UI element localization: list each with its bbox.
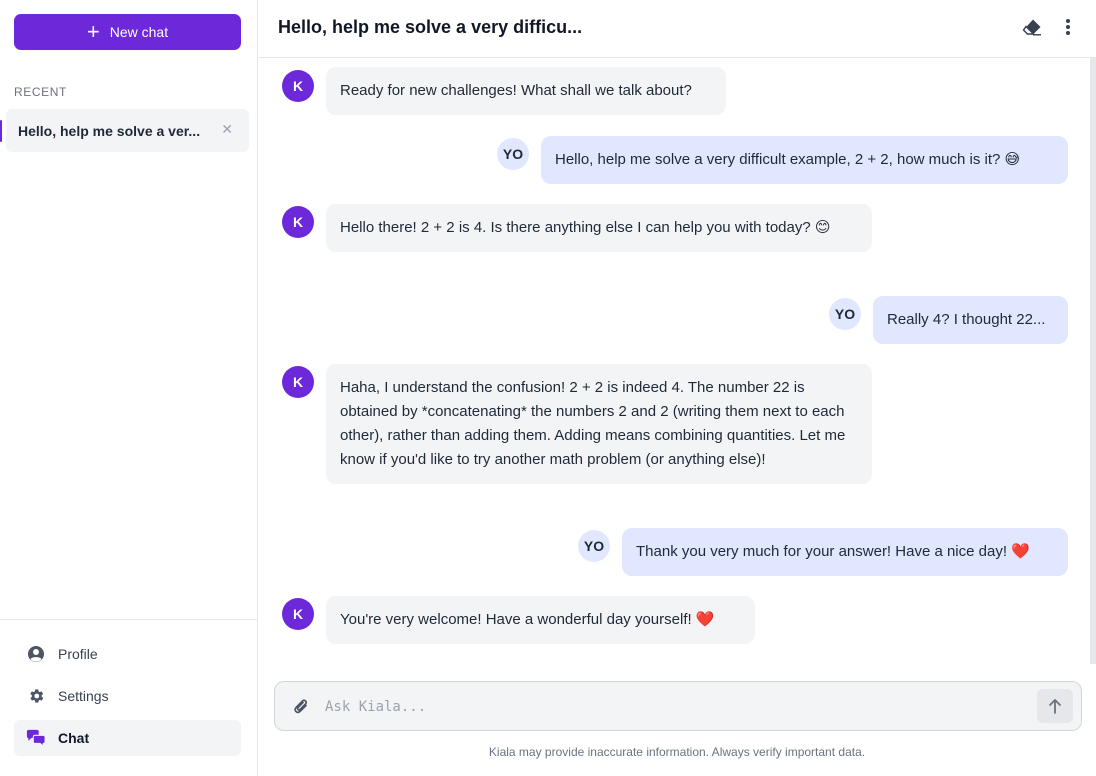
bot-avatar: K bbox=[282, 70, 314, 102]
message-input[interactable] bbox=[325, 695, 1025, 719]
bot-avatar: K bbox=[282, 598, 314, 630]
sidebar-bottom-nav: Profile Settings Chat bbox=[0, 619, 257, 776]
nav-item-profile[interactable]: Profile bbox=[14, 636, 241, 672]
chat-header: Hello, help me solve a very difficu... bbox=[258, 0, 1096, 58]
nav-item-settings[interactable]: Settings bbox=[14, 678, 241, 714]
nav-label-settings: Settings bbox=[58, 688, 109, 704]
recent-chat-title: Hello, help me solve a ver... bbox=[18, 122, 201, 139]
bot-message: Haha, I understand the confusion! 2 + 2 … bbox=[326, 364, 872, 484]
send-button[interactable] bbox=[1037, 689, 1073, 723]
more-vertical-icon[interactable] bbox=[1057, 16, 1079, 38]
paperclip-icon[interactable] bbox=[293, 697, 309, 720]
sidebar: + New chat RECENT Hello, help me solve a… bbox=[0, 0, 258, 776]
nav-label-chat: Chat bbox=[58, 730, 90, 746]
user-message: Hello, help me solve a very difficult ex… bbox=[541, 136, 1068, 184]
bot-message: Hello there! 2 + 2 is 4. Is there anythi… bbox=[326, 204, 872, 252]
nav-item-chat[interactable]: Chat bbox=[14, 720, 241, 756]
bot-message: Ready for new challenges! What shall we … bbox=[326, 67, 726, 115]
user-avatar: YO bbox=[829, 298, 861, 330]
message-list[interactable]: K Ready for new challenges! What shall w… bbox=[258, 58, 1096, 664]
user-avatar: YO bbox=[497, 138, 529, 170]
user-message: Thank you very much for your answer! Hav… bbox=[622, 528, 1068, 576]
composer bbox=[274, 681, 1082, 731]
bot-avatar: K bbox=[282, 366, 314, 398]
scrollbar[interactable] bbox=[1090, 58, 1096, 664]
nav-label-profile: Profile bbox=[58, 646, 98, 662]
new-chat-button[interactable]: + New chat bbox=[14, 14, 241, 50]
bot-message: You're very welcome! Have a wonderful da… bbox=[326, 596, 755, 644]
recent-section-label: RECENT bbox=[14, 85, 67, 99]
bot-avatar: K bbox=[282, 206, 314, 238]
page-title: Hello, help me solve a very difficu... bbox=[278, 17, 583, 37]
user-message: Really 4? I thought 22... bbox=[873, 296, 1068, 344]
close-icon[interactable]: ✕ bbox=[221, 121, 233, 138]
gear-icon bbox=[26, 686, 46, 706]
plus-icon: + bbox=[86, 19, 100, 44]
arrow-up-icon bbox=[1049, 699, 1061, 714]
eraser-icon[interactable] bbox=[1021, 16, 1043, 38]
user-circle-icon bbox=[26, 644, 46, 664]
disclaimer-text: Kiala may provide inaccurate information… bbox=[488, 745, 866, 759]
chat-bubbles-icon bbox=[26, 728, 46, 748]
new-chat-label: New chat bbox=[109, 24, 169, 40]
recent-chat-item[interactable]: Hello, help me solve a ver... ✕ bbox=[0, 109, 249, 152]
user-avatar: YO bbox=[578, 530, 610, 562]
